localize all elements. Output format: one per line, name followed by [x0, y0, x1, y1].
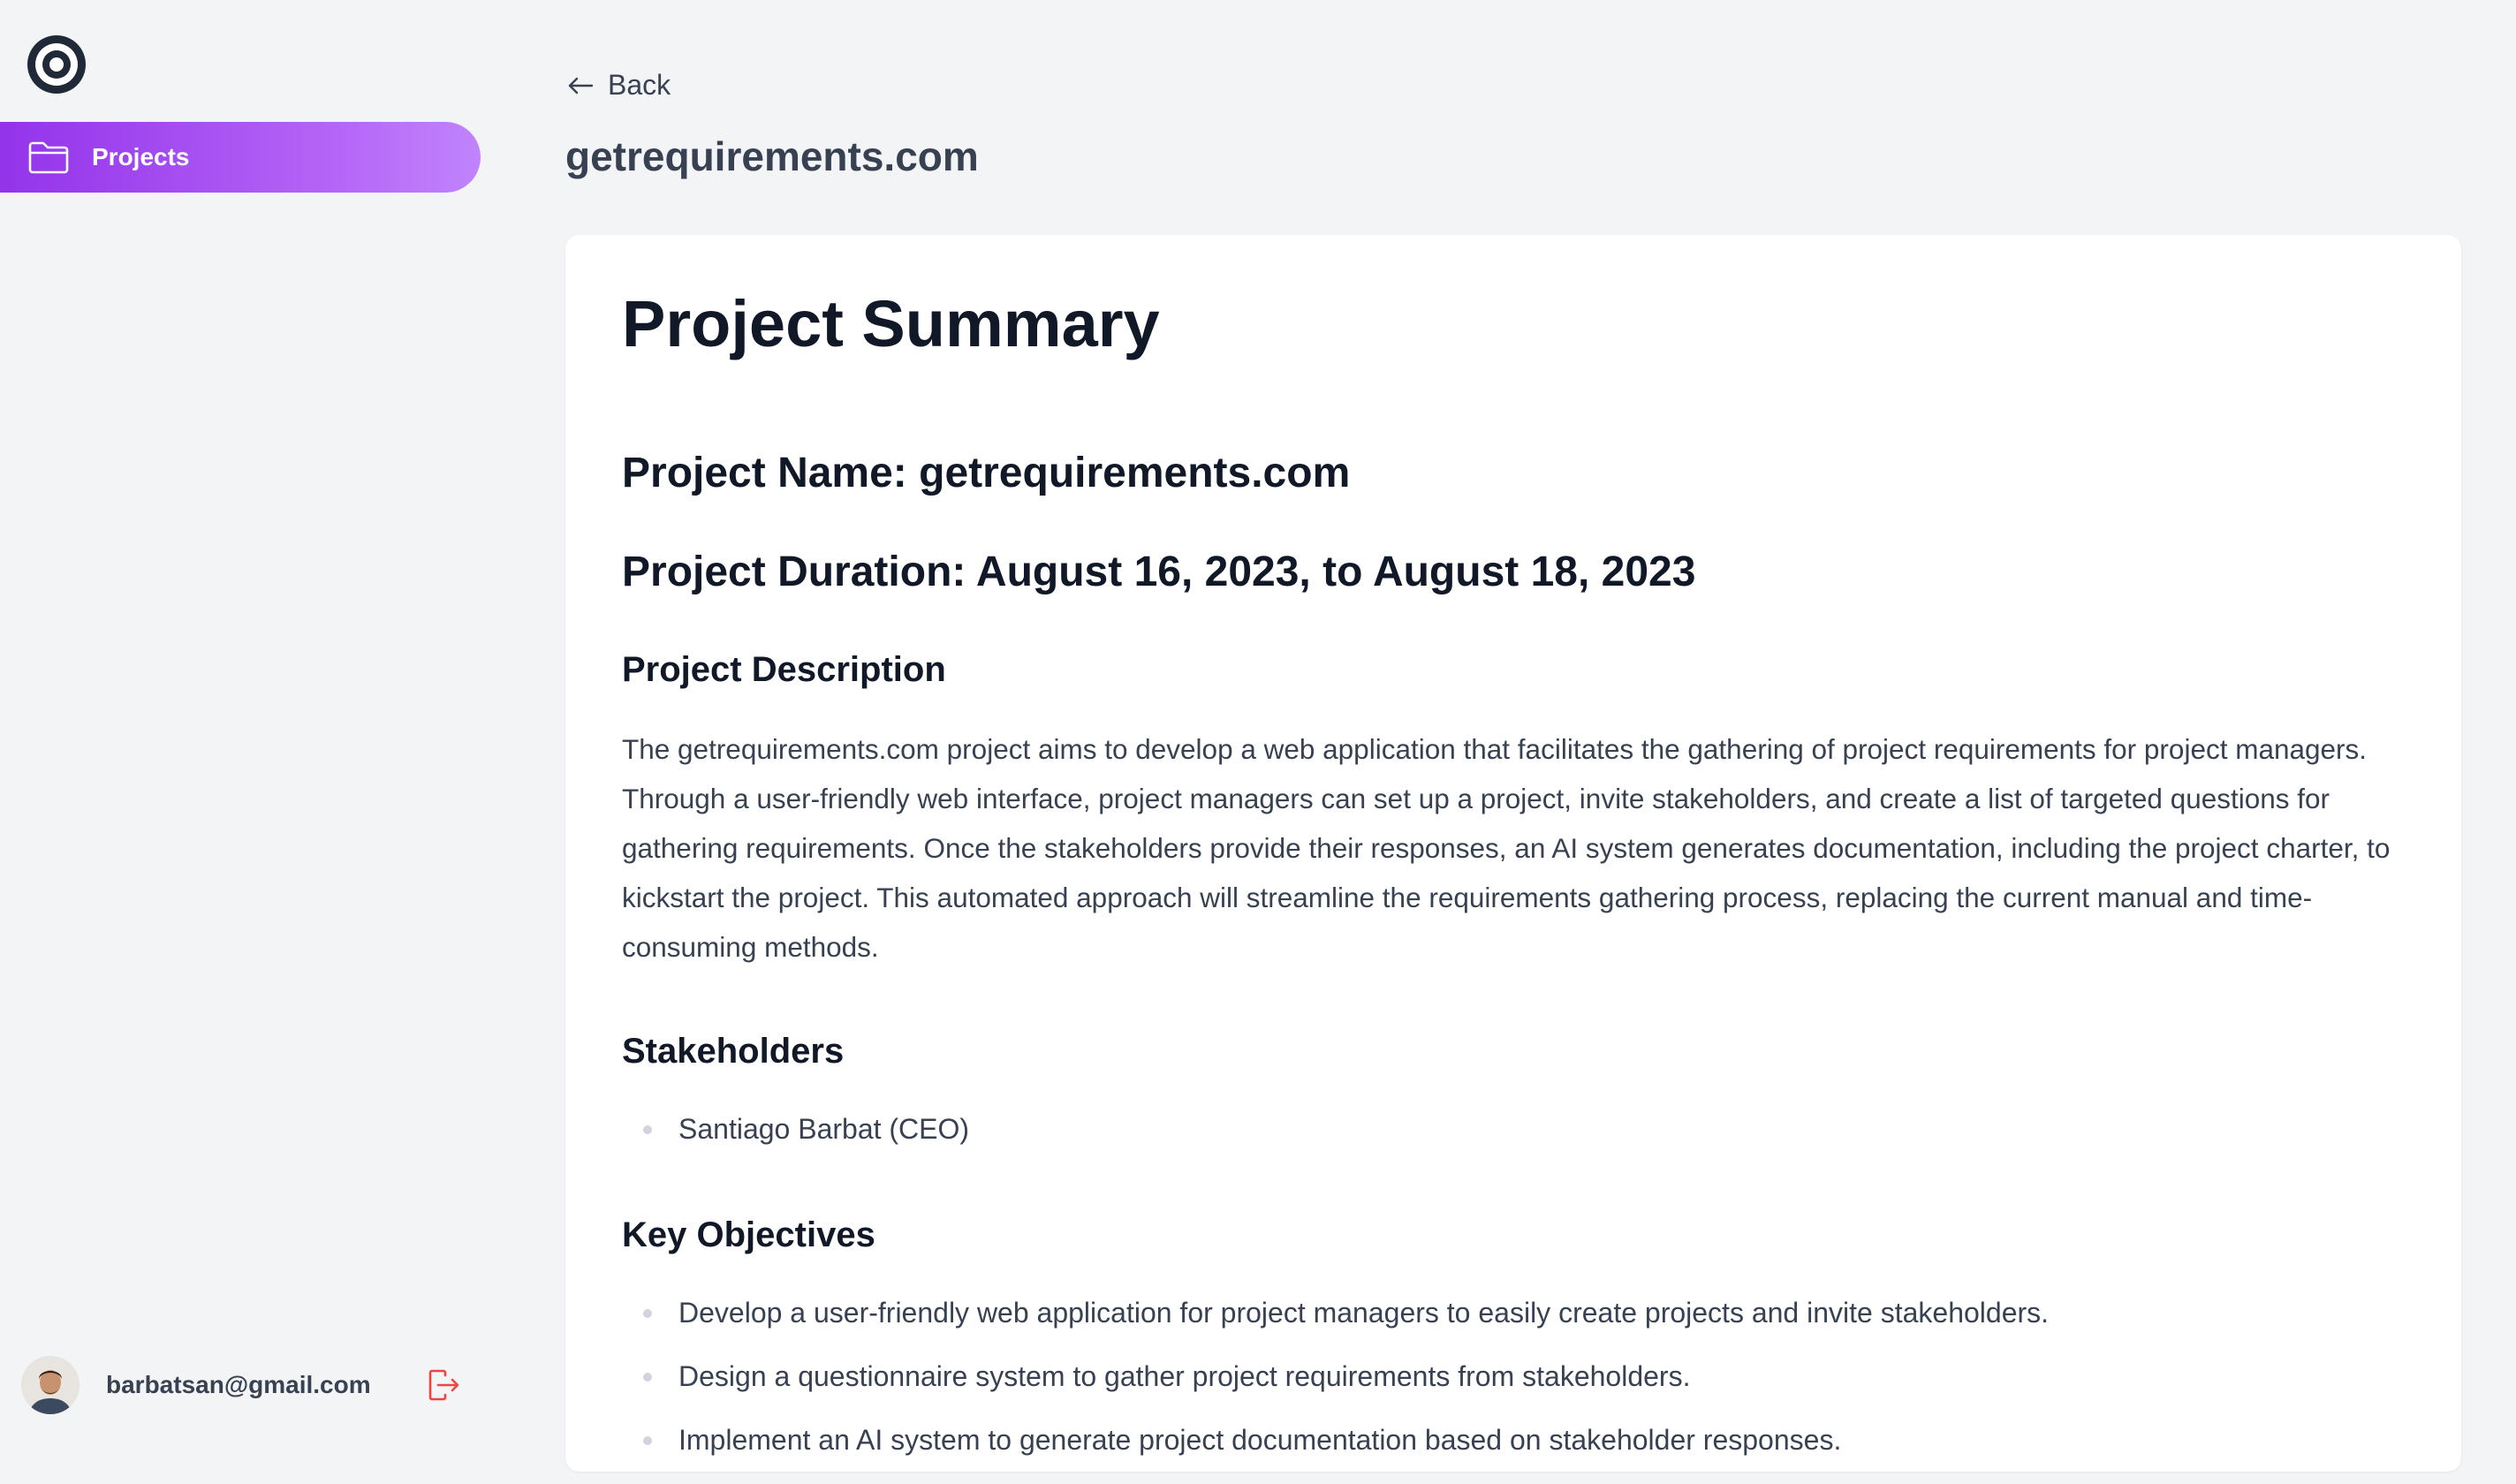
list-item: Design a questionnaire system to gather …	[622, 1357, 2415, 1420]
folder-icon	[28, 141, 69, 174]
target-icon[interactable]	[27, 35, 86, 94]
list-item: Santiago Barbat (CEO)	[622, 1109, 2415, 1173]
stakeholders-heading: Stakeholders	[622, 1032, 845, 1071]
bullet	[643, 1436, 652, 1445]
avatar[interactable]	[21, 1356, 80, 1414]
sidebar-item-projects[interactable]: Projects	[0, 122, 481, 193]
back-button[interactable]: Back	[565, 69, 671, 102]
description-heading: Project Description	[622, 650, 946, 689]
list-item: Implement an AI system to generate proje…	[622, 1420, 2415, 1484]
page-title: getrequirements.com	[565, 133, 979, 179]
description-text: The getrequirements.com project aims to …	[622, 733, 2391, 963]
bullet	[643, 1125, 652, 1134]
sidebar: Projects barbatsan@gmail.com	[0, 0, 495, 1435]
document-title: Project Summary	[622, 287, 1160, 360]
project-name-heading: Project Name: getrequirements.com	[622, 450, 1351, 496]
list-item: Develop a user-friendly web application …	[622, 1293, 2415, 1357]
user-email: barbatsan@gmail.com	[106, 1371, 371, 1398]
logout-icon[interactable]	[426, 1368, 459, 1402]
user-profile: barbatsan@gmail.com	[21, 1356, 459, 1414]
stakeholders-list: Santiago Barbat (CEO)	[622, 1109, 2415, 1173]
objectives-heading: Key Objectives	[622, 1215, 875, 1254]
project-summary-card: Project Summary Project Name: getrequire…	[565, 235, 2461, 1472]
sidebar-item-label: Projects	[92, 143, 190, 170]
bullet	[643, 1373, 652, 1382]
back-label: Back	[608, 69, 671, 101]
project-duration-heading: Project Duration: August 16, 2023, to Au…	[622, 549, 1696, 595]
objectives-list: Develop a user-friendly web application …	[622, 1293, 2415, 1484]
bullet	[643, 1309, 652, 1318]
arrow-left-icon	[568, 77, 594, 94]
